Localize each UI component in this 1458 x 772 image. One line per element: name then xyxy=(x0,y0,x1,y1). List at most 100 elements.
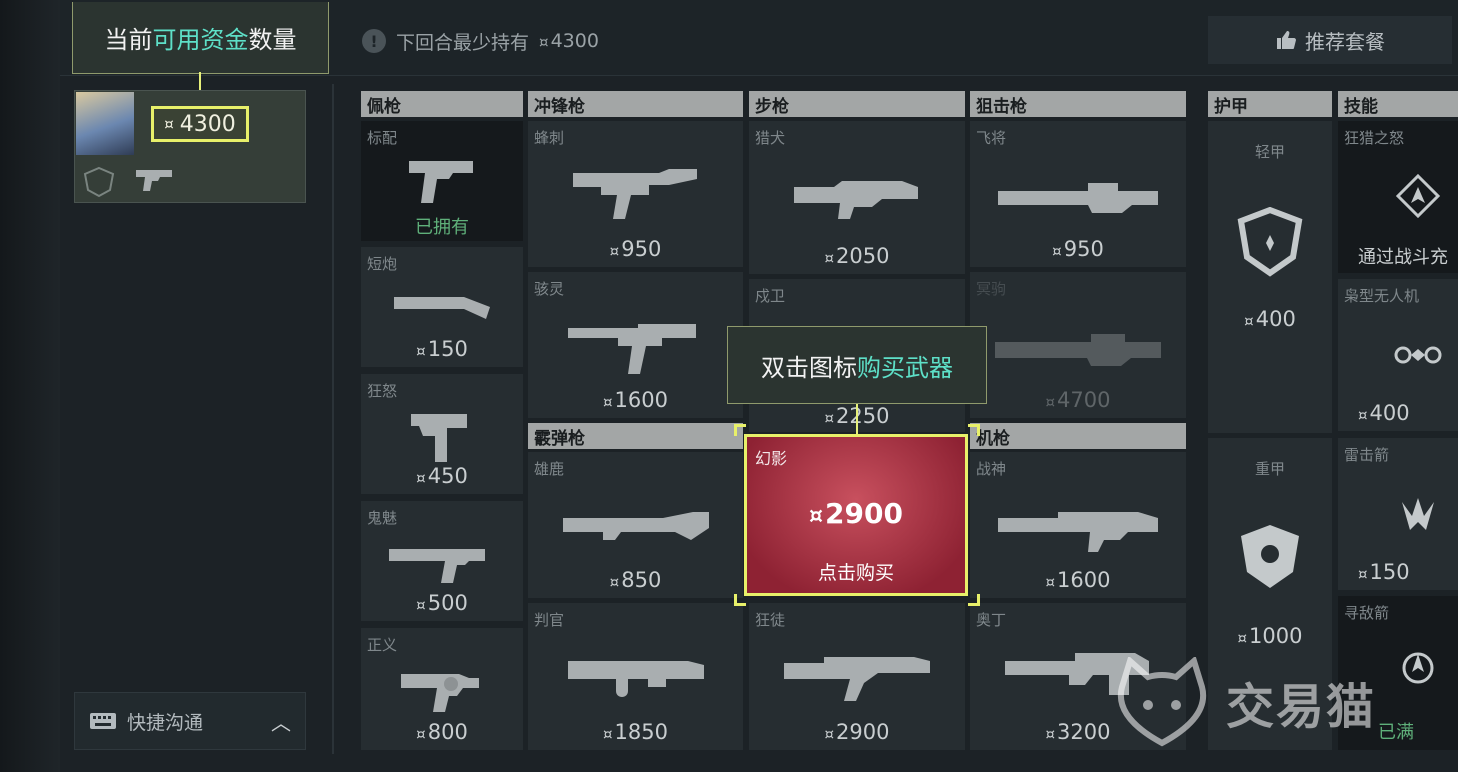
currency-icon: ¤ xyxy=(416,596,426,614)
weapon-tile-operator[interactable]: 冥驹 ¤4700 xyxy=(970,272,1186,418)
recommend-loadout-button[interactable]: 推荐套餐 xyxy=(1208,16,1452,64)
armor-tile-light[interactable]: 轻甲 ¤400 xyxy=(1208,121,1332,433)
funds-tooltip-suffix: 数量 xyxy=(248,26,297,54)
category-header-machinegun: 机枪 xyxy=(970,423,1186,449)
weapon-tile-ghost[interactable]: 鬼魅 ¤500 xyxy=(361,501,523,621)
skill-price: 150 xyxy=(1369,560,1410,584)
currency-icon: ¤ xyxy=(824,249,835,267)
skill-tile-shock-bolt[interactable]: 雷击箭 ¤150 xyxy=(1338,438,1458,590)
armor-name: 轻甲 xyxy=(1254,143,1285,161)
weapon-price: 950 xyxy=(621,237,662,261)
selection-corner-tl xyxy=(734,424,746,436)
weapon-name: 戍卫 xyxy=(755,287,786,305)
suppressed-smg-icon xyxy=(567,324,696,374)
currency-icon: ¤ xyxy=(824,725,835,743)
currency-icon: ¤ xyxy=(824,409,835,427)
weapon-name: 雄鹿 xyxy=(534,460,565,478)
weapon-name: 猎犬 xyxy=(755,129,786,147)
light-shield-icon xyxy=(1237,207,1303,277)
warning-icon: ! xyxy=(362,29,386,53)
weapon-tile-bucky[interactable]: 雄鹿 ¤850 xyxy=(528,452,743,598)
currency-icon: ¤ xyxy=(416,342,426,360)
heavy-shield-icon xyxy=(1241,525,1299,588)
weapon-name: 蜂刺 xyxy=(534,129,565,147)
cat-logo-icon xyxy=(1117,657,1207,747)
weapon-tile-ares[interactable]: 战神 ¤1600 xyxy=(970,452,1186,598)
weapon-price: 2250 xyxy=(836,404,890,428)
currency-icon: ¤ xyxy=(1358,565,1368,583)
hunters-fury-icon xyxy=(1395,173,1441,219)
weapon-name: 骇灵 xyxy=(534,280,565,298)
weapon-tile-vandal[interactable]: 狂徒 ¤2900 xyxy=(749,603,965,750)
weapon-tile-spectre[interactable]: 骇灵 ¤1600 xyxy=(528,272,743,418)
weapon-tile-sheriff[interactable]: 正义 ¤800 xyxy=(361,628,523,750)
currency-icon: ¤ xyxy=(1045,725,1056,743)
weapon-tile-frenzy[interactable]: 狂怒 ¤450 xyxy=(361,374,523,494)
click-to-buy-label[interactable]: 点击购买 xyxy=(747,558,965,585)
currency-icon: ¤ xyxy=(1045,573,1056,591)
weapon-tile-judge[interactable]: 判官 ¤1850 xyxy=(528,603,743,750)
agent-avatar xyxy=(76,92,134,155)
category-header-sniper: 狙击枪 xyxy=(970,91,1186,117)
weapon-price: 500 xyxy=(427,591,468,615)
skill-note: 通过战斗充 xyxy=(1358,247,1448,268)
auto-shotgun-icon xyxy=(567,661,704,697)
category-header-skills: 技能 xyxy=(1338,91,1458,117)
weapon-price: 850 xyxy=(621,568,662,592)
thumbs-up-icon xyxy=(1277,31,1296,49)
weapon-tile-phantom-selected[interactable]: 幻影 ¤2900 点击购买 xyxy=(744,434,968,596)
currency-icon: ¤ xyxy=(1244,312,1254,330)
quick-comm-button[interactable]: 快捷沟通 ︿ xyxy=(74,692,306,750)
smg-icon xyxy=(572,169,697,219)
armor-price: 1000 xyxy=(1249,624,1303,648)
armor-price: 400 xyxy=(1255,307,1296,331)
weapon-tile-classic[interactable]: 标配 已拥有 xyxy=(361,121,523,241)
pump-shotgun-icon xyxy=(562,512,709,540)
weapon-tile-bulldog[interactable]: 猎犬 ¤2050 xyxy=(749,121,965,274)
buy-weapon-tooltip: 双击图标 购买武器 xyxy=(727,326,987,404)
weapon-name: 战神 xyxy=(976,460,1007,478)
light-machinegun-icon xyxy=(998,512,1158,552)
selection-corner-bl xyxy=(734,594,746,606)
selection-corner-br xyxy=(968,594,980,606)
min-hold-info: ! 下回合最少持有 ¤ 4300 xyxy=(362,26,599,56)
weapon-tile-marshal[interactable]: 飞将 ¤950 xyxy=(970,121,1186,267)
equipped-pistol-icon xyxy=(136,170,172,191)
keyboard-icon xyxy=(90,713,116,729)
weapon-name: 狂怒 xyxy=(367,382,398,400)
weapon-name: 冥驹 xyxy=(976,280,1007,298)
weapon-name: 标配 xyxy=(367,129,398,147)
weapon-price: 3200 xyxy=(1057,720,1111,744)
weapon-name: 飞将 xyxy=(976,129,1007,147)
skill-price: 400 xyxy=(1369,401,1410,425)
watermark-text: 交易猫 xyxy=(1226,679,1377,735)
owned-label: 已拥有 xyxy=(415,217,469,238)
currency-icon: ¤ xyxy=(609,573,620,591)
weapon-tile-stinger[interactable]: 蜂刺 ¤950 xyxy=(528,121,743,267)
weapon-tile-shorty[interactable]: 短炮 ¤150 xyxy=(361,247,523,367)
owl-drone-icon xyxy=(1394,346,1442,364)
currency-icon: ¤ xyxy=(603,725,613,743)
revolver-icon xyxy=(401,674,479,712)
heavy-sniper-icon xyxy=(995,334,1161,366)
armor-name: 重甲 xyxy=(1254,460,1285,478)
weapon-name: 判官 xyxy=(534,611,565,629)
assault-rifle-icon xyxy=(784,657,930,701)
selection-corner-tr xyxy=(968,424,980,436)
skill-name: 寻敌箭 xyxy=(1344,604,1390,622)
player-credits: ¤ 4300 xyxy=(151,106,249,142)
currency-icon: ¤ xyxy=(416,469,426,487)
category-header-sidearm: 佩枪 xyxy=(361,91,523,117)
weapon-price: 950 xyxy=(1063,237,1104,261)
weapon-price: 1600 xyxy=(614,388,668,412)
buy-tooltip-highlight: 购买武器 xyxy=(857,353,953,382)
player-credits-value: 4300 xyxy=(179,111,236,137)
funds-tooltip-highlight: 可用资金 xyxy=(152,26,249,54)
currency-icon: ¤ xyxy=(1237,629,1248,647)
skill-tile-owl-drone[interactable]: 枭型无人机 ¤400 xyxy=(1338,279,1458,431)
category-header-smg: 冲锋枪 xyxy=(528,91,743,117)
min-hold-label: 下回合最少持有 xyxy=(396,31,530,54)
weapon-name: 狂徒 xyxy=(755,611,786,629)
skill-tile-ultimate[interactable]: 狂猎之怒 通过战斗充 xyxy=(1338,121,1458,273)
currency-icon: ¤ xyxy=(603,393,613,411)
